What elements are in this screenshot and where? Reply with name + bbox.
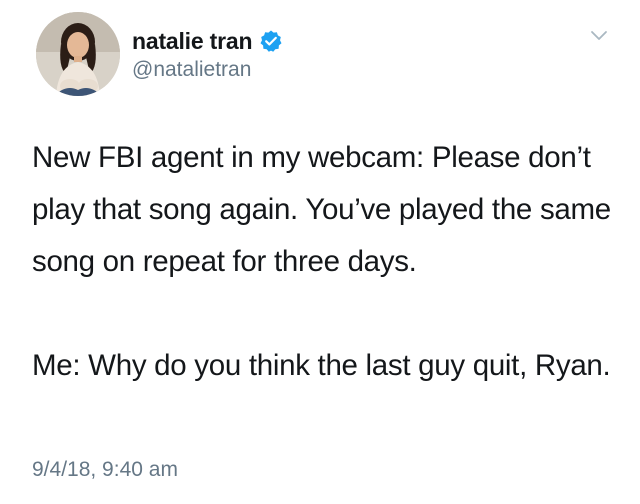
verified-badge-icon: [259, 29, 283, 53]
display-name[interactable]: natalie tran: [132, 28, 253, 55]
avatar[interactable]: [36, 12, 120, 96]
tweet-text-paragraph: Me: Why do you think the last guy quit, …: [32, 349, 611, 382]
avatar-photo: [36, 12, 120, 96]
chevron-down-icon[interactable]: [590, 30, 608, 42]
handle[interactable]: @natalietran: [132, 58, 251, 82]
tweet-timestamp[interactable]: 9/4/18, 9:40 am: [32, 458, 178, 482]
author-name-row[interactable]: natalie tran: [132, 27, 283, 55]
tweet-card: natalie tran @natalietran New FBI agent …: [0, 0, 640, 504]
tweet-text-paragraph: New FBI agent in my webcam: Please don’t…: [32, 141, 619, 278]
